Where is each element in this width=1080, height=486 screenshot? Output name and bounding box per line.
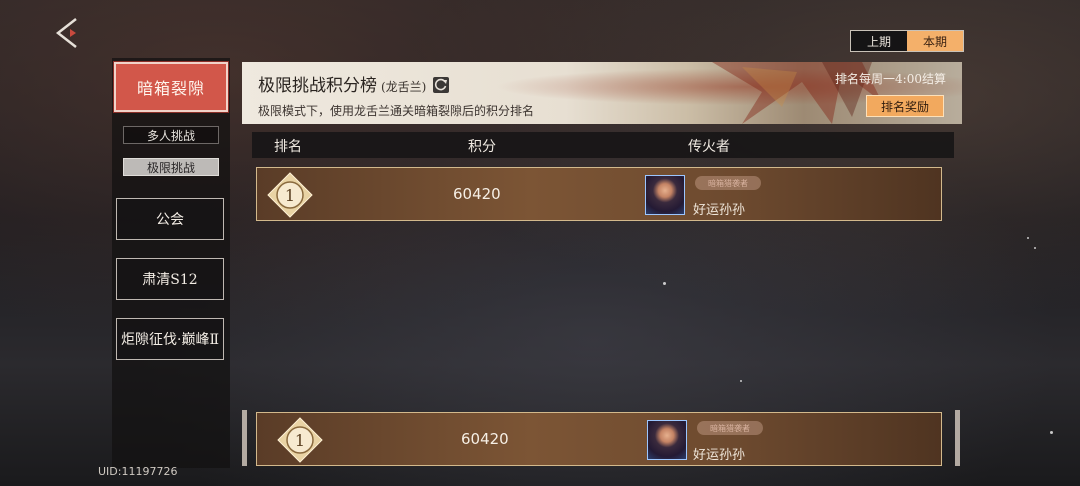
sidebar-item-purge[interactable]: 肃清S12 xyxy=(116,258,224,300)
sidebar-sub-multiplayer[interactable]: 多人挑战 xyxy=(123,126,219,144)
sparkle xyxy=(1034,247,1036,249)
period-toggle: 上期 本期 xyxy=(850,30,964,52)
avatar[interactable] xyxy=(645,175,685,215)
uid-label: UID:11197726 xyxy=(98,465,178,478)
leaderboard-title: 极限挑战积分榜 xyxy=(258,76,377,96)
sparkle xyxy=(1027,237,1029,239)
rank-number: 1 xyxy=(295,431,305,450)
row-score: 60420 xyxy=(453,185,501,203)
player-title-badge: 暗箱猎袭者 xyxy=(695,176,761,190)
sidebar: 暗箱裂隙 多人挑战 极限挑战 公会 肃清S12 炬隙征伐·巅峰Ⅱ xyxy=(112,58,230,468)
back-button[interactable] xyxy=(52,16,86,50)
sidebar-sub-extreme[interactable]: 极限挑战 xyxy=(123,158,219,176)
period-prev-button[interactable]: 上期 xyxy=(851,31,907,51)
player-name: 好运孙孙 xyxy=(693,203,746,218)
period-current-button[interactable]: 本期 xyxy=(907,31,963,51)
character-name: (龙舌兰) xyxy=(381,80,427,94)
table-row[interactable]: 1 60420 暗箱猎袭者 好运孙孙 xyxy=(256,167,942,221)
refresh-icon[interactable] xyxy=(433,77,450,93)
self-row-rail-left xyxy=(242,410,247,466)
leaderboard-banner: 极限挑战积分榜 (龙舌兰) 极限模式下，使用龙舌兰通关暗箱裂隙后的积分排名 排名… xyxy=(242,62,962,124)
sidebar-tab-dark-rift[interactable]: 暗箱裂隙 xyxy=(113,61,229,113)
avatar[interactable] xyxy=(647,420,687,460)
rank-badge-icon: 1 xyxy=(267,172,313,218)
back-arrow-icon xyxy=(55,18,77,48)
player-name: 好运孙孙 xyxy=(693,448,746,463)
sparkle xyxy=(740,380,742,382)
rank-reward-button[interactable]: 排名奖励 xyxy=(866,95,944,117)
sparkle xyxy=(1050,431,1053,434)
reset-time-text: 排名每周一4:00结算 xyxy=(835,72,946,86)
rank-badge-icon: 1 xyxy=(277,417,323,463)
sidebar-item-expedition[interactable]: 炬隙征伐·巅峰Ⅱ xyxy=(116,318,224,360)
self-rank-row[interactable]: 1 60420 暗箱猎袭者 好运孙孙 xyxy=(256,412,942,466)
header-rank: 排名 xyxy=(274,139,302,155)
player-title-badge: 暗箱猎袭者 xyxy=(697,421,763,435)
header-score: 积分 xyxy=(468,139,496,155)
self-row-rail-right xyxy=(955,410,960,466)
row-score: 60420 xyxy=(461,430,509,448)
leaderboard-description: 极限模式下，使用龙舌兰通关暗箱裂隙后的积分排名 xyxy=(258,104,535,118)
sparkle xyxy=(663,282,666,285)
rank-number: 1 xyxy=(285,186,295,205)
table-header: 排名 积分 传火者 xyxy=(252,132,954,158)
sidebar-item-guild[interactable]: 公会 xyxy=(116,198,224,240)
page-title: 极限挑战积分榜 (龙舌兰) xyxy=(258,71,450,96)
header-player: 传火者 xyxy=(688,139,730,155)
